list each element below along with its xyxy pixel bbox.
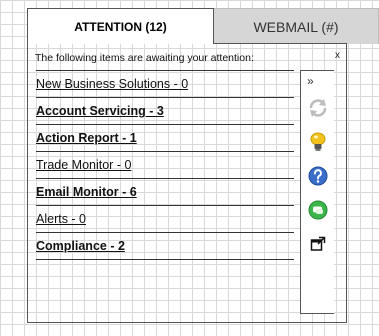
account-servicing-link[interactable]: Account Servicing - 3 bbox=[36, 104, 164, 118]
double-chevron-right-icon: » bbox=[307, 74, 314, 88]
close-button[interactable]: x bbox=[335, 50, 340, 61]
tab-attention[interactable]: ATTENTION (12) bbox=[27, 8, 214, 44]
list-item: New Business Solutions - 0 bbox=[36, 70, 294, 98]
list-item: Email Monitor - 6 bbox=[36, 179, 294, 206]
action-report-link[interactable]: Action Report - 1 bbox=[36, 131, 137, 145]
help-button[interactable] bbox=[301, 159, 334, 193]
email-monitor-link[interactable]: Email Monitor - 6 bbox=[36, 185, 137, 199]
list-item: Alerts - 0 bbox=[36, 206, 294, 233]
popout-button[interactable] bbox=[301, 227, 334, 261]
attention-panel: The following items are awaiting your at… bbox=[27, 43, 347, 323]
tab-webmail[interactable]: WEBMAIL (#) bbox=[214, 8, 379, 44]
lightbulb-icon bbox=[310, 132, 325, 151]
tab-bar: ATTENTION (12) WEBMAIL (#) bbox=[27, 8, 379, 44]
side-toolbar: » bbox=[300, 70, 334, 314]
panel-intro-text: The following items are awaiting your at… bbox=[35, 52, 254, 64]
chat-button[interactable] bbox=[301, 193, 334, 227]
alerts-link[interactable]: Alerts - 0 bbox=[36, 212, 86, 226]
help-icon bbox=[308, 166, 327, 186]
refresh-icon bbox=[309, 99, 326, 117]
chat-icon bbox=[308, 200, 327, 220]
list-item: Account Servicing - 3 bbox=[36, 98, 294, 125]
ideas-button[interactable] bbox=[301, 125, 334, 159]
collapse-toolbar-button[interactable]: » bbox=[301, 71, 334, 91]
list-item: Action Report - 1 bbox=[36, 125, 294, 152]
new-business-solutions-link[interactable]: New Business Solutions - 0 bbox=[36, 77, 188, 91]
list-item: Trade Monitor - 0 bbox=[36, 152, 294, 179]
trade-monitor-link[interactable]: Trade Monitor - 0 bbox=[36, 158, 131, 172]
list-item: Compliance - 2 bbox=[36, 233, 294, 260]
attention-list: New Business Solutions - 0 Account Servi… bbox=[36, 70, 294, 260]
compliance-link[interactable]: Compliance - 2 bbox=[36, 239, 125, 253]
popout-icon bbox=[310, 236, 325, 251]
refresh-button[interactable] bbox=[301, 91, 334, 125]
